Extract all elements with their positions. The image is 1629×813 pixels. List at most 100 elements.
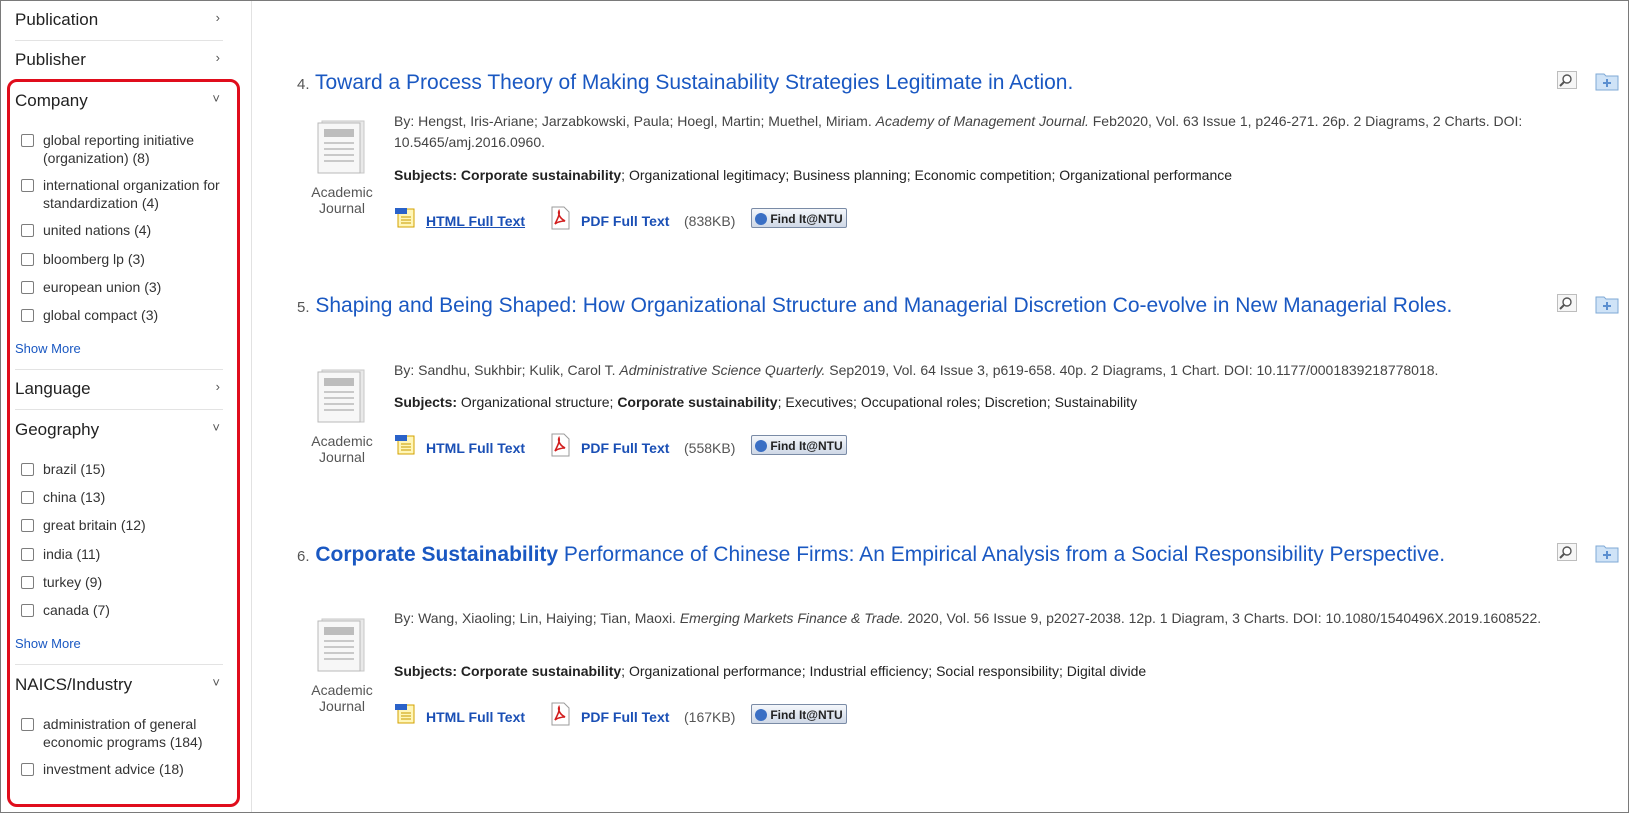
add-to-folder-icon[interactable]	[1595, 71, 1619, 91]
facet-company[interactable]: Company ˅	[15, 91, 220, 111]
academic-journal-icon	[317, 120, 365, 174]
preview-magnifier-icon[interactable]	[1557, 294, 1577, 312]
academic-journal-icon	[317, 618, 365, 672]
checkbox[interactable]	[21, 491, 34, 504]
result-title[interactable]: 4. Toward a Process Theory of Making Sus…	[297, 69, 1587, 98]
find-it-label: Find It@NTU	[770, 212, 843, 226]
show-more-link[interactable]: Show More	[15, 636, 81, 651]
html-full-text-link[interactable]: HTML Full Text	[426, 709, 525, 725]
result-actions	[1557, 69, 1619, 91]
result-actions	[1557, 541, 1619, 563]
pdf-icon[interactable]	[549, 702, 571, 726]
show-more-link[interactable]: Show More	[15, 341, 81, 356]
facet-option-label: european union (3)	[43, 279, 162, 295]
facet-option[interactable]: great britain (12)	[21, 516, 226, 534]
facet-publisher[interactable]: Publisher ›	[15, 50, 220, 70]
result-links: HTML Full Text PDF Full Text (838KB) Fin…	[394, 206, 894, 235]
facet-option-label: great britain (12)	[43, 517, 146, 533]
checkbox[interactable]	[21, 763, 34, 776]
subjects-label: Subjects:	[394, 167, 458, 183]
facet-option[interactable]: turkey (9)	[21, 573, 226, 591]
pdf-full-text-link[interactable]: PDF Full Text	[581, 709, 669, 725]
pubtype-line-1: Academic	[311, 682, 373, 698]
subject-highlight[interactable]: Corporate sustainability	[461, 663, 621, 679]
facet-option[interactable]: brazil (15)	[21, 460, 226, 478]
facet-option[interactable]: india (11)	[21, 545, 226, 563]
checkbox[interactable]	[21, 309, 34, 322]
chevron-down-icon: ˅	[212, 420, 220, 435]
facet-option-label: brazil (15)	[43, 461, 106, 477]
facet-option[interactable]: investment advice (18)	[21, 760, 226, 778]
result-title-text[interactable]: Shaping and Being Shaped: How Organizati…	[315, 294, 1452, 317]
checkbox[interactable]	[21, 179, 34, 192]
pdf-full-text-link[interactable]: PDF Full Text	[581, 213, 669, 229]
chevron-right-icon: ›	[215, 379, 220, 394]
facet-publication[interactable]: Publication ›	[15, 10, 220, 30]
result-title-text[interactable]: Toward a Process Theory of Making Sustai…	[315, 71, 1073, 94]
checkbox[interactable]	[21, 519, 34, 532]
checkbox[interactable]	[21, 134, 34, 147]
publication-type: Academic Journal	[297, 368, 387, 465]
facet-option[interactable]: bloomberg lp (3)	[21, 250, 226, 268]
subject-highlight[interactable]: Corporate sustainability	[461, 167, 621, 183]
facet-naics-industry[interactable]: NAICS/Industry ˅	[15, 675, 220, 695]
chevron-right-icon: ›	[215, 10, 220, 25]
html-full-text-icon[interactable]	[394, 434, 416, 456]
authors: By: Sandhu, Sukhbir; Kulik, Carol T.	[394, 362, 620, 378]
publication-type: Academic Journal	[297, 617, 387, 714]
facet-option[interactable]: united nations (4)	[21, 221, 226, 239]
result-item: 5. Shaping and Being Shaped: How Organiz…	[297, 292, 1619, 465]
facet-option[interactable]: european union (3)	[21, 278, 226, 296]
facet-option[interactable]: global compact (3)	[21, 306, 226, 324]
subjects-rest: ; Organizational performance; Industrial…	[621, 663, 1147, 679]
facet-option[interactable]: administration of general economic progr…	[21, 715, 226, 751]
find-it-button[interactable]: Find It@NTU	[751, 435, 847, 455]
facet-option[interactable]: global reporting initiative (organizatio…	[21, 131, 226, 167]
pdf-icon[interactable]	[549, 433, 571, 457]
facet-option-label: investment advice (18)	[43, 761, 184, 777]
html-full-text-link[interactable]: HTML Full Text	[426, 213, 525, 229]
facet-option-label: administration of general economic progr…	[43, 716, 203, 750]
result-number: 5.	[297, 299, 310, 316]
checkbox[interactable]	[21, 576, 34, 589]
chevron-down-icon: ˅	[212, 675, 220, 690]
html-full-text-link[interactable]: HTML Full Text	[426, 440, 525, 456]
divider	[15, 369, 223, 370]
html-full-text-icon[interactable]	[394, 703, 416, 725]
checkbox[interactable]	[21, 224, 34, 237]
preview-magnifier-icon[interactable]	[1557, 543, 1577, 561]
subject-highlight[interactable]: Corporate sustainability	[617, 394, 777, 410]
chevron-down-icon: ˅	[212, 91, 220, 106]
find-it-button[interactable]: Find It@NTU	[751, 704, 847, 724]
subjects-rest: ; Executives; Occupational roles; Discre…	[777, 394, 1138, 410]
checkbox[interactable]	[21, 253, 34, 266]
result-title[interactable]: 6. Corporate Sustainability Performance …	[297, 541, 1477, 570]
facet-geography[interactable]: Geography ˅	[15, 420, 220, 440]
checkbox[interactable]	[21, 604, 34, 617]
facet-option[interactable]: china (13)	[21, 488, 226, 506]
pdf-full-text-link[interactable]: PDF Full Text	[581, 440, 669, 456]
pdf-icon[interactable]	[549, 206, 571, 230]
checkbox[interactable]	[21, 718, 34, 731]
add-to-folder-icon[interactable]	[1595, 543, 1619, 563]
find-it-button[interactable]: Find It@NTU	[751, 208, 847, 228]
subjects-rest: ; Organizational legitimacy; Business pl…	[621, 167, 1233, 183]
checkbox[interactable]	[21, 548, 34, 561]
facet-option[interactable]: international organization for standardi…	[21, 176, 226, 212]
subjects-label: Subjects:	[394, 394, 458, 410]
authors: By: Hengst, Iris-Ariane; Jarzabkowski, P…	[394, 113, 876, 129]
facet-option[interactable]: canada (7)	[21, 601, 226, 619]
checkbox[interactable]	[21, 463, 34, 476]
add-to-folder-icon[interactable]	[1595, 294, 1619, 314]
html-full-text-icon[interactable]	[394, 207, 416, 229]
result-title-highlight[interactable]: Corporate Sustainability	[315, 543, 558, 566]
checkbox[interactable]	[21, 281, 34, 294]
result-title-text[interactable]: Performance of Chinese Firms: An Empiric…	[558, 543, 1445, 566]
pubtype-line-1: Academic	[311, 433, 373, 449]
result-title[interactable]: 5. Shaping and Being Shaped: How Organiz…	[297, 292, 1477, 321]
divider	[15, 40, 223, 41]
preview-magnifier-icon[interactable]	[1557, 71, 1577, 89]
facet-option-label: turkey (9)	[43, 574, 103, 590]
result-byline: By: Sandhu, Sukhbir; Kulik, Carol T. Adm…	[394, 360, 1584, 381]
facet-language[interactable]: Language ›	[15, 379, 220, 399]
